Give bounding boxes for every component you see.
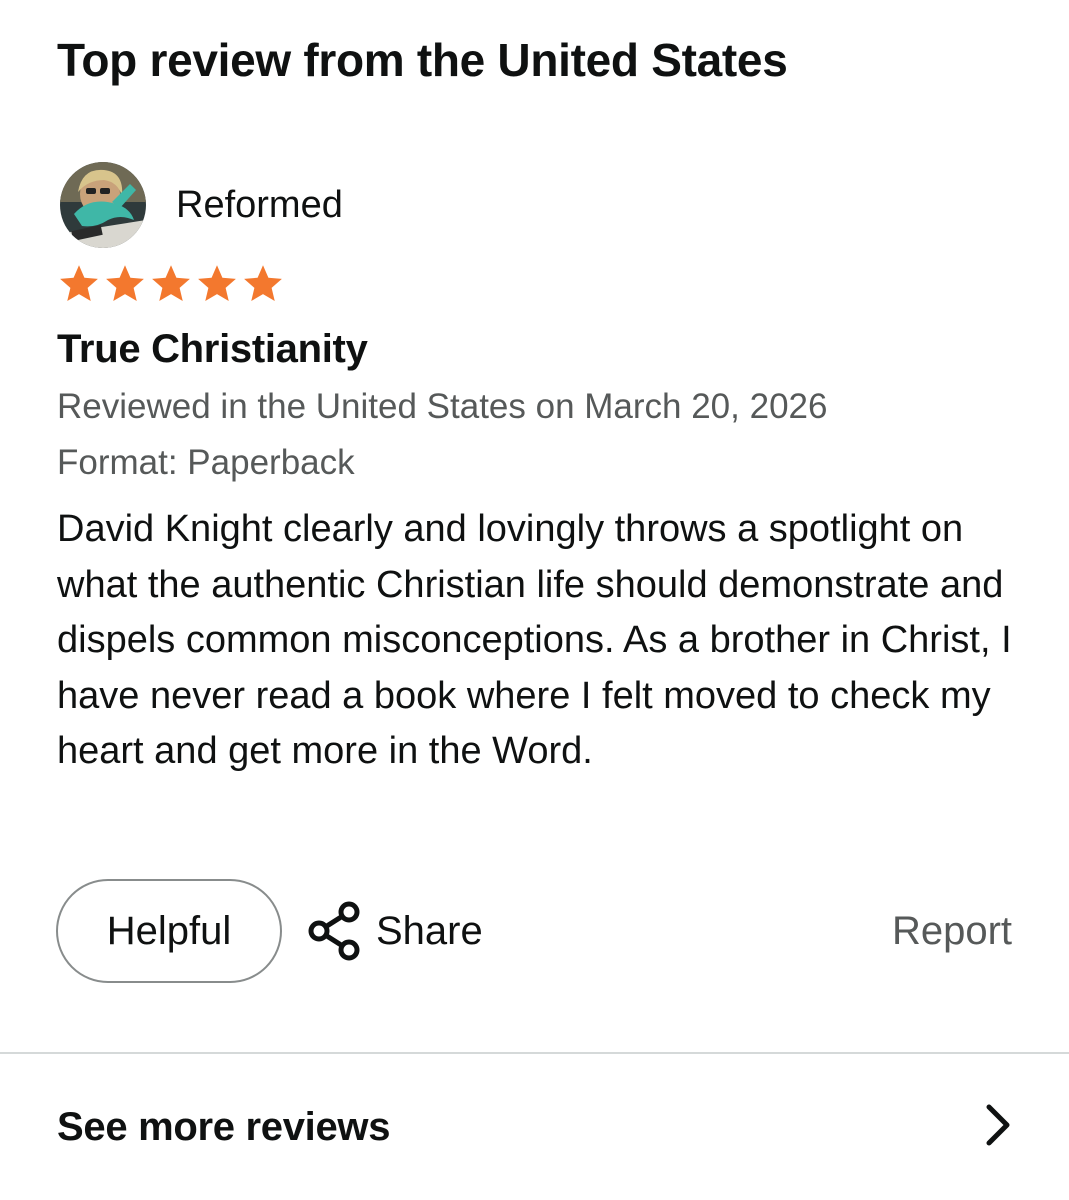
chevron-right-icon xyxy=(986,1104,1010,1146)
share-button[interactable]: Share xyxy=(304,896,483,966)
see-more-reviews-label: See more reviews xyxy=(57,1105,391,1149)
star-icon xyxy=(198,265,236,302)
star-icon xyxy=(106,265,144,302)
review-date: Reviewed in the United States on March 2… xyxy=(57,387,828,426)
divider xyxy=(0,1052,1069,1054)
see-more-reviews-link[interactable]: See more reviews xyxy=(0,1070,1069,1180)
star-rating xyxy=(57,262,285,306)
report-link[interactable]: Report xyxy=(892,905,1012,957)
review-title: True Christianity xyxy=(57,327,368,371)
review-body: David Knight clearly and lovingly throws… xyxy=(57,508,1012,773)
review-format: Format: Paperback xyxy=(57,443,355,482)
star-icon xyxy=(152,265,190,302)
star-icon xyxy=(244,265,282,302)
avatar[interactable] xyxy=(60,162,146,248)
section-title: Top review from the United States xyxy=(57,34,788,86)
share-icon xyxy=(308,901,360,961)
avatar-image xyxy=(60,162,146,248)
reviewer-name[interactable]: Reformed xyxy=(176,182,343,228)
share-label: Share xyxy=(376,909,483,953)
reviewer-profile[interactable]: Reformed xyxy=(60,162,343,248)
helpful-button[interactable]: Helpful xyxy=(56,879,282,983)
star-icon xyxy=(60,265,98,302)
